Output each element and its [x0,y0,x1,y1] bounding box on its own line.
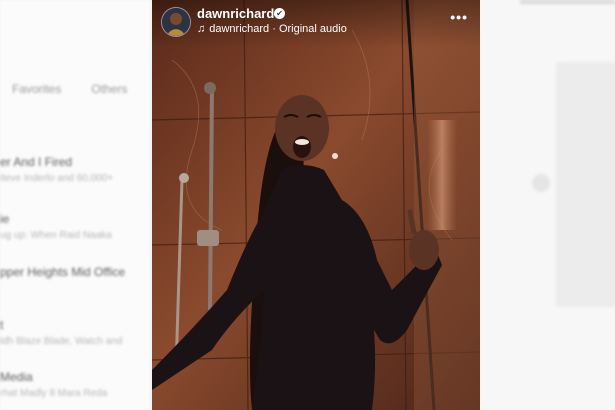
background-tab-others: Others [91,82,128,96]
background-item-subtitle: ldh Blaze Blade, Watch and [0,336,123,347]
background-feed-right [480,0,615,410]
audio-label: dawnrichard · Original audio [209,23,347,35]
background-list-item: Media rhat Madly 8 Mara Reda [0,370,150,399]
background-list-item: pper Heights Mid Office [0,265,150,279]
profile-username[interactable]: dawnrichard [197,6,274,21]
reel-video-player[interactable]: dawnrichard ✔ ♫ dawnrichard · Original a… [152,0,480,410]
background-card [556,62,615,307]
background-list-item: er And I Fired iteve Inderlo and 60,000+ [0,155,150,184]
background-topbar [520,0,615,4]
background-item-title: ie [0,212,10,226]
background-item-title: pper Heights Mid Office [0,265,126,279]
reel-video-frame [152,0,480,410]
background-circle-button [532,174,550,192]
more-options-icon[interactable]: ••• [450,9,468,25]
avatar-image [162,8,190,36]
background-tabs: Favorites Others [12,82,127,96]
background-list-item: ie ug up: When Raid Naaka [0,212,150,241]
background-item-subtitle: rhat Madly 8 Mara Reda [0,388,108,399]
background-item-subtitle: ug up: When Raid Naaka [0,230,112,241]
background-item-title: er And I Fired [0,155,73,169]
background-list-item: t ldh Blaze Blade, Watch and [0,318,150,347]
background-feed-left: Favorites Others er And I Fired iteve In… [0,0,150,410]
background-item-title: Media [0,370,33,384]
background-tab-favorites: Favorites [12,82,62,96]
profile-avatar[interactable] [161,7,191,37]
background-item-title: t [0,318,4,332]
music-note-icon: ♫ [197,23,206,35]
background-item-subtitle: iteve Inderlo and 60,000+ [0,173,114,184]
verified-badge-icon: ✔ [274,8,285,19]
audio-row[interactable]: ♫ dawnrichard · Original audio [197,23,347,35]
